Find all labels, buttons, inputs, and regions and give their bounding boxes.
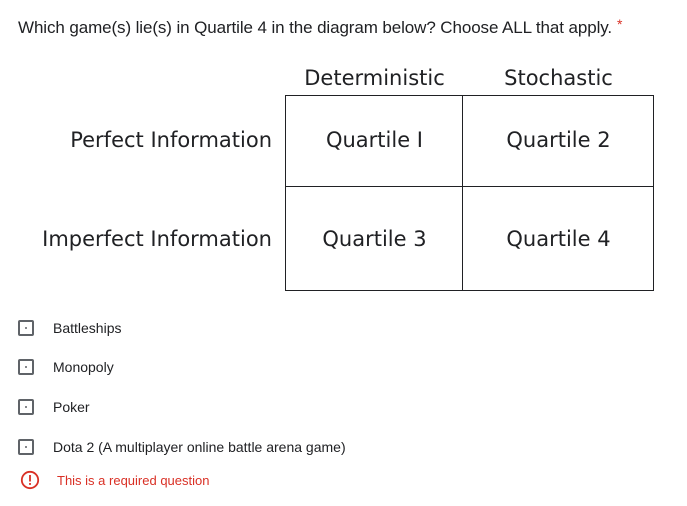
row-header-perfect-information: Perfect Information	[70, 128, 272, 152]
cell-quartile-4: Quartile 4	[506, 227, 611, 251]
option-dota-2[interactable]: Dota 2 (A multiplayer online battle aren…	[18, 437, 346, 457]
question-title: Which game(s) lie(s) in Quartile 4 in th…	[18, 16, 623, 38]
question-text: Which game(s) lie(s) in Quartile 4 in th…	[18, 18, 613, 37]
option-label: Battleships	[53, 320, 122, 336]
checkbox[interactable]	[18, 399, 34, 415]
quartile-diagram: Quartile I Quartile 2 Quartile 3 Quartil…	[285, 95, 654, 291]
cell-quartile-3: Quartile 3	[322, 227, 427, 251]
option-label: Poker	[53, 399, 90, 415]
checkbox[interactable]	[18, 439, 34, 455]
grid-vertical-divider	[462, 96, 463, 290]
grid-horizontal-divider	[286, 186, 653, 187]
required-error: This is a required question	[20, 470, 209, 490]
error-icon	[20, 470, 40, 490]
column-header-deterministic: Deterministic	[304, 66, 445, 90]
cell-quartile-1: Quartile I	[325, 128, 424, 152]
column-header-stochastic: Stochastic	[504, 66, 613, 90]
required-asterisk: *	[617, 16, 623, 32]
option-battleships[interactable]: Battleships	[18, 318, 121, 338]
checkbox[interactable]	[18, 320, 34, 336]
cell-quartile-2: Quartile 2	[506, 128, 611, 152]
checkbox[interactable]	[18, 359, 34, 375]
option-poker[interactable]: Poker	[18, 397, 90, 417]
row-header-imperfect-information: Imperfect Information	[42, 227, 272, 251]
option-monopoly[interactable]: Monopoly	[18, 357, 114, 377]
option-label: Dota 2 (A multiplayer online battle aren…	[53, 439, 346, 455]
error-message: This is a required question	[57, 472, 210, 488]
option-label: Monopoly	[53, 359, 114, 375]
